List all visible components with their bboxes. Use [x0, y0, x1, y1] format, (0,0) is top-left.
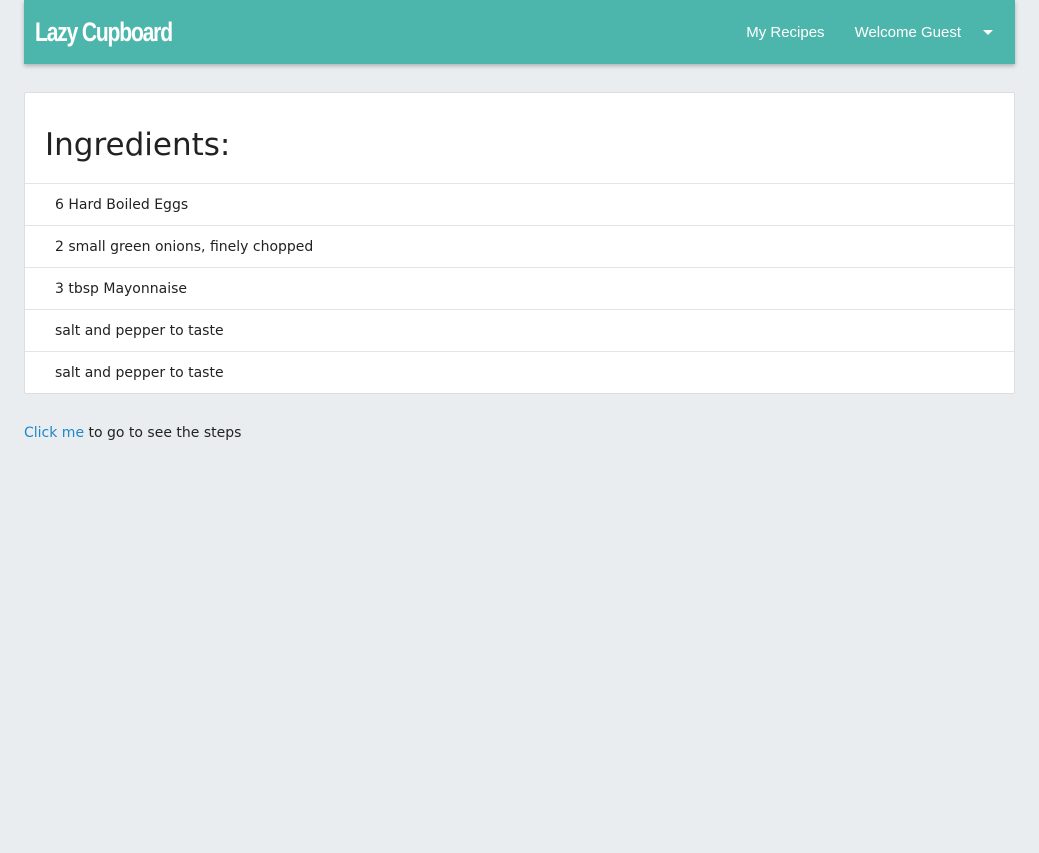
ingredient-item: 6 Hard Boiled Eggs — [25, 184, 1014, 226]
ingredients-card: Ingredients: 6 Hard Boiled Eggs 2 small … — [24, 92, 1015, 394]
ingredients-title: Ingredients: — [45, 127, 231, 163]
top-navbar: Lazy Cupboard My Recipes Welcome Guest — [24, 0, 1015, 64]
ingredient-item: salt and pepper to taste — [55, 364, 224, 381]
ingredient-item: 3 tbsp Mayonnaise — [25, 268, 1014, 310]
ingredient-item: 2 small green onions, finely chopped — [25, 226, 1014, 268]
steps-prompt: Click me to go to see the steps — [24, 425, 241, 441]
ingredients-list: 6 Hard Boiled Eggs 2 small green onions,… — [25, 184, 1014, 393]
welcome-label: Welcome Guest — [854, 23, 961, 41]
caret-down-icon — [983, 29, 993, 35]
ingredients-header: Ingredients: — [25, 93, 1014, 184]
nav-right: My Recipes Welcome Guest — [746, 0, 1004, 64]
user-menu-dropdown[interactable]: Welcome Guest — [855, 24, 1004, 41]
ingredient-item: salt and pepper to taste — [25, 310, 1014, 352]
my-recipes-link[interactable]: My Recipes — [746, 24, 824, 41]
steps-text: to go to see the steps — [84, 425, 242, 441]
steps-link[interactable]: Click me — [24, 425, 84, 441]
brand-logo[interactable]: Lazy Cupboard — [35, 17, 173, 48]
